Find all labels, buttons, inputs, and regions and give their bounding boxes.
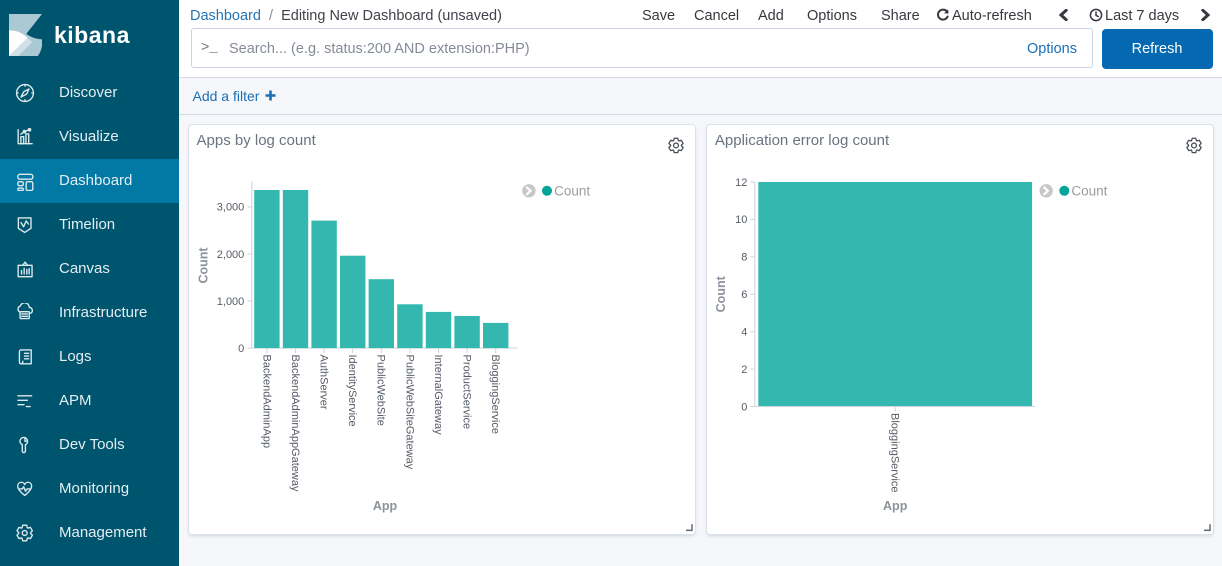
svg-text:Count: Count: [196, 246, 210, 283]
svg-text:0: 0: [741, 401, 747, 413]
svg-text:12: 12: [735, 176, 747, 188]
svg-text:Count: Count: [714, 275, 728, 312]
svg-text:1,000: 1,000: [216, 295, 244, 307]
svg-text:Count: Count: [554, 183, 590, 198]
svg-text:InternalGateway: InternalGateway: [431, 354, 443, 435]
svg-text:BackendAdminAppGateway: BackendAdminAppGateway: [288, 354, 300, 491]
svg-text:App: App: [883, 499, 908, 513]
svg-text:2: 2: [741, 363, 747, 375]
svg-text:6: 6: [741, 289, 747, 301]
svg-text:4: 4: [741, 326, 747, 338]
svg-text:BackendAdminApp: BackendAdminApp: [260, 354, 272, 448]
svg-text:Count: Count: [1071, 183, 1107, 198]
svg-text:PublicWebSiteGateway: PublicWebSiteGateway: [403, 354, 415, 469]
svg-text:2,000: 2,000: [216, 248, 244, 260]
svg-text:BloggingService: BloggingService: [489, 354, 501, 434]
svg-text:AuthServer: AuthServer: [317, 354, 329, 409]
svg-text:App: App: [372, 499, 397, 513]
svg-text:8: 8: [741, 251, 747, 263]
svg-text:ProductService: ProductService: [460, 354, 472, 429]
svg-text:BloggingService: BloggingService: [888, 413, 900, 493]
svg-text:10: 10: [735, 214, 747, 226]
svg-text:PublicWebSite: PublicWebSite: [374, 354, 386, 425]
svg-text:3,000: 3,000: [216, 201, 244, 213]
svg-text:0: 0: [238, 342, 244, 354]
svg-text:IdentityService: IdentityService: [346, 354, 358, 426]
